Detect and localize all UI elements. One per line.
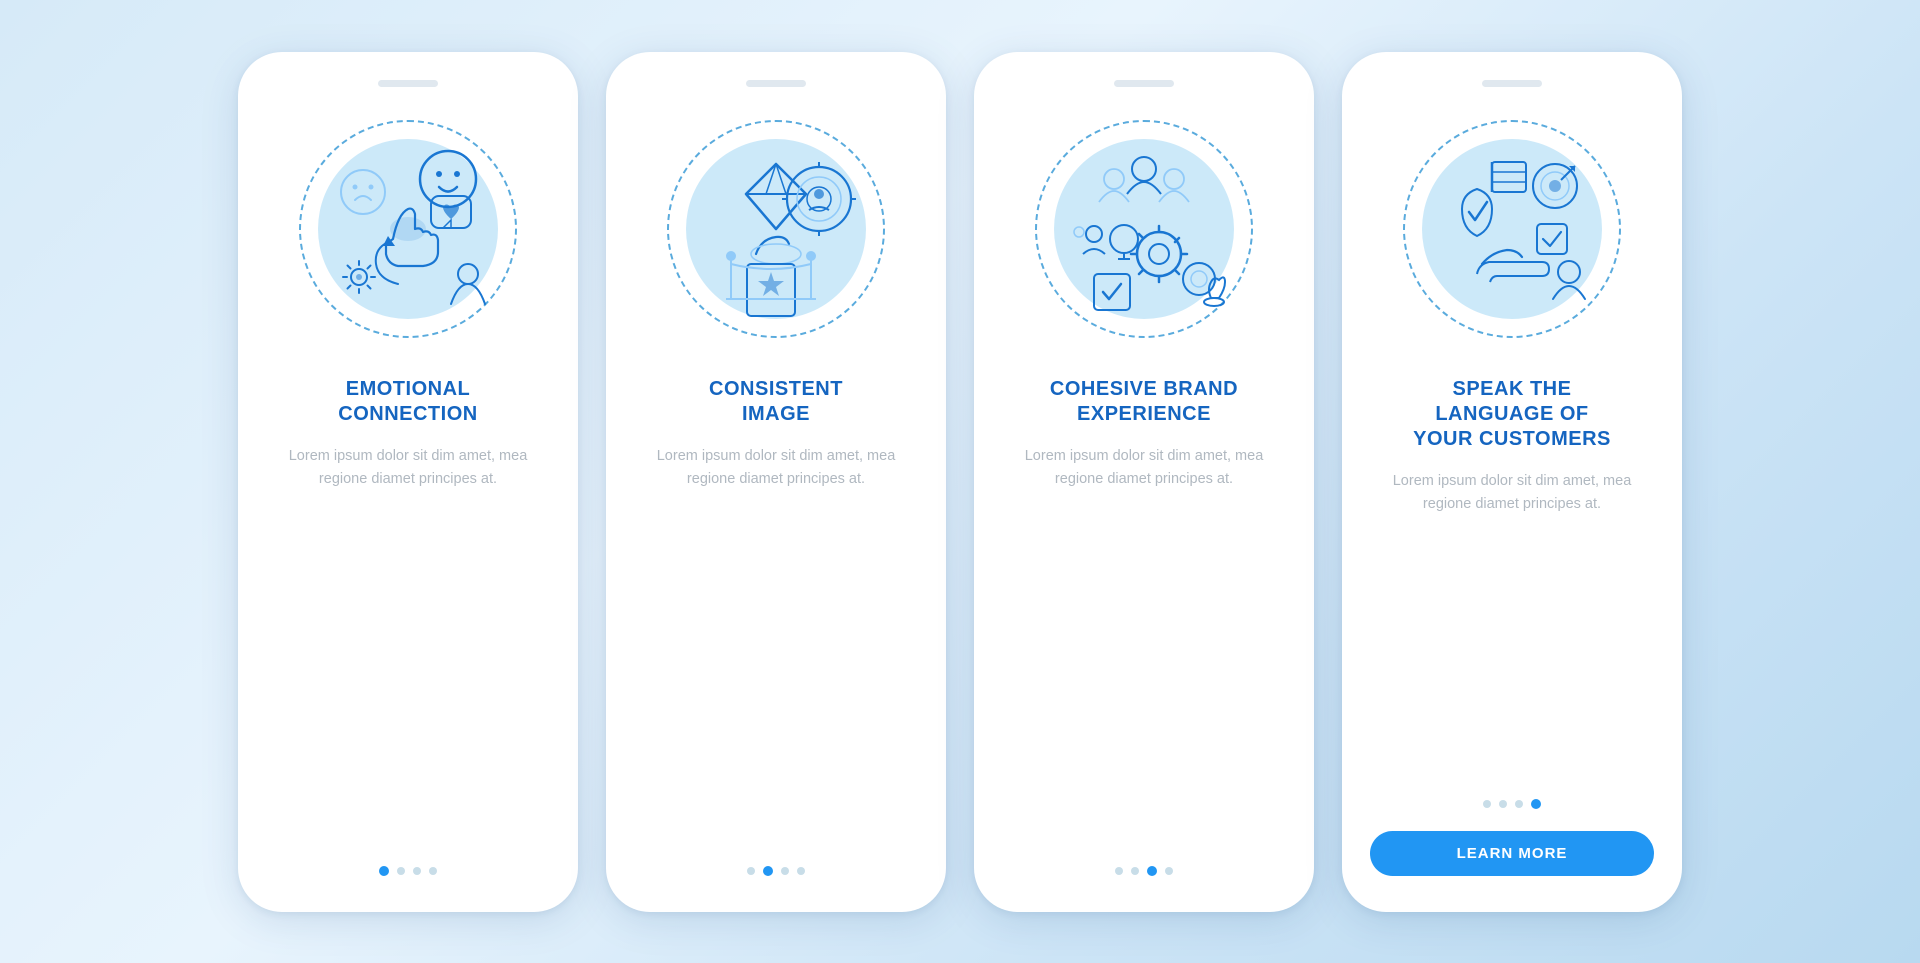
dot-3[interactable] — [781, 867, 789, 875]
phone-notch — [1114, 80, 1174, 87]
pagination-dots — [747, 866, 805, 876]
card-body: Lorem ipsum dolor sit dim amet, mea regi… — [266, 445, 550, 491]
icon-consistent-image — [671, 124, 881, 334]
dot-4[interactable] — [797, 867, 805, 875]
dot-1[interactable] — [1115, 867, 1123, 875]
illustration-cohesive-brand — [1024, 109, 1264, 349]
phone-card-emotional-connection: EMOTIONALCONNECTION Lorem ipsum dolor si… — [238, 52, 578, 912]
phones-container: EMOTIONALCONNECTION Lorem ipsum dolor si… — [238, 52, 1682, 912]
icon-cohesive-brand — [1039, 124, 1249, 334]
phone-notch — [378, 80, 438, 87]
phone-card-consistent-image: CONSISTENTIMAGE Lorem ipsum dolor sit di… — [606, 52, 946, 912]
card-body: Lorem ipsum dolor sit dim amet, mea regi… — [1370, 470, 1654, 516]
phone-card-cohesive-brand: COHESIVE BRANDEXPERIENCE Lorem ipsum dol… — [974, 52, 1314, 912]
dot-3[interactable] — [1147, 866, 1157, 876]
dot-2[interactable] — [1499, 800, 1507, 808]
phone-card-speak-language: SPEAK THELANGUAGE OFYOUR CUSTOMERS Lorem… — [1342, 52, 1682, 912]
card-body: Lorem ipsum dolor sit dim amet, mea regi… — [634, 445, 918, 491]
card-title: SPEAK THELANGUAGE OFYOUR CUSTOMERS — [1413, 377, 1611, 452]
dot-1[interactable] — [379, 866, 389, 876]
illustration-speak-language — [1392, 109, 1632, 349]
icon-speak-language — [1407, 124, 1617, 334]
dot-3[interactable] — [413, 867, 421, 875]
dot-1[interactable] — [1483, 800, 1491, 808]
phone-notch — [1482, 80, 1542, 87]
pagination-dots — [379, 866, 437, 876]
dot-2[interactable] — [1131, 867, 1139, 875]
dot-1[interactable] — [747, 867, 755, 875]
dot-4[interactable] — [1165, 867, 1173, 875]
card-title: CONSISTENTIMAGE — [709, 377, 843, 427]
card-title: EMOTIONALCONNECTION — [338, 377, 477, 427]
pagination-dots — [1115, 866, 1173, 876]
learn-more-button[interactable]: LEARN MORE — [1370, 831, 1654, 876]
dot-3[interactable] — [1515, 800, 1523, 808]
dot-2[interactable] — [763, 866, 773, 876]
illustration-consistent-image — [656, 109, 896, 349]
dot-2[interactable] — [397, 867, 405, 875]
card-title: COHESIVE BRANDEXPERIENCE — [1050, 377, 1238, 427]
dot-4[interactable] — [1531, 799, 1541, 809]
icon-emotional-connection — [303, 124, 513, 334]
card-body: Lorem ipsum dolor sit dim amet, mea regi… — [1002, 445, 1286, 491]
pagination-dots — [1483, 799, 1541, 809]
illustration-emotional-connection — [288, 109, 528, 349]
phone-notch — [746, 80, 806, 87]
dot-4[interactable] — [429, 867, 437, 875]
